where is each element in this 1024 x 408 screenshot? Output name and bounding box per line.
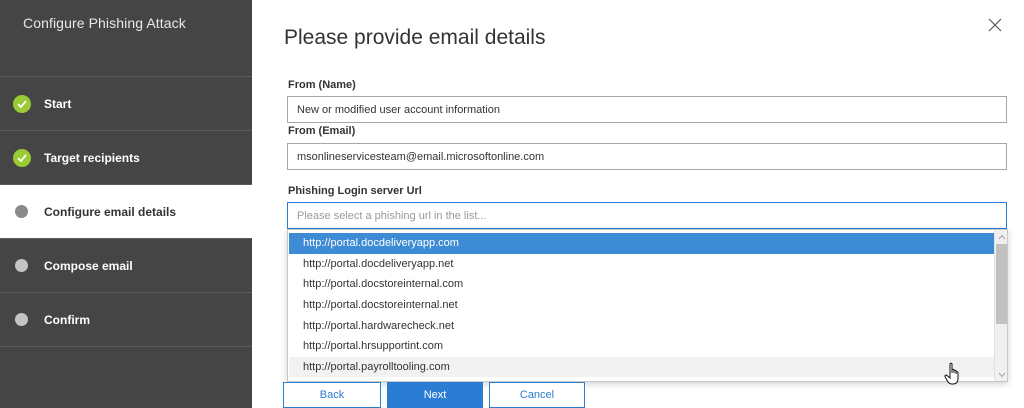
phishing-url-label: Phishing Login server Url (288, 185, 422, 197)
main-panel: Please provide email details From (Name)… (252, 0, 1024, 408)
step-label: Configure email details (44, 204, 177, 219)
from-email-label: From (Email) (288, 125, 356, 137)
dropdown-option[interactable]: http://portal.hardwarecheck.net (289, 315, 994, 336)
checkmark-icon (13, 148, 31, 167)
from-name-field[interactable] (287, 96, 1007, 123)
scroll-down-icon[interactable] (995, 368, 1007, 381)
step-target-recipients[interactable]: Target recipients (0, 131, 252, 184)
step-label: Compose email (44, 258, 133, 273)
dot-icon (15, 259, 28, 272)
hand-pointer-icon (943, 362, 963, 386)
cancel-button[interactable]: Cancel (489, 382, 585, 408)
step-label: Target recipients (44, 150, 140, 165)
dropdown-scrollbar[interactable] (994, 230, 1007, 381)
step-configure-email-details[interactable]: Configure email details (0, 185, 252, 238)
scroll-up-icon[interactable] (995, 230, 1007, 243)
close-button[interactable] (986, 16, 1004, 34)
dropdown-option[interactable]: http://portal.docstoreinternal.com (289, 274, 994, 295)
phishing-url-dropdown[interactable]: http://portal.docdeliveryapp.com http://… (287, 229, 1008, 382)
phishing-wizard: Configure Phishing Attack Start Target r… (0, 0, 1024, 408)
step-label: Confirm (44, 312, 90, 327)
from-email-field[interactable] (287, 143, 1007, 170)
dot-icon (15, 205, 28, 218)
dropdown-option[interactable]: http://portal.docdeliveryapp.net (289, 254, 994, 275)
step-label: Start (44, 96, 72, 111)
step-compose-email[interactable]: Compose email (0, 239, 252, 292)
dropdown-option[interactable]: http://portal.hrsupportint.com (289, 336, 994, 357)
dropdown-option[interactable]: http://portal.payrolltooling.com (289, 356, 994, 378)
sidebar-title: Configure Phishing Attack (23, 15, 186, 31)
page-title: Please provide email details (284, 26, 546, 49)
phishing-url-input[interactable] (287, 202, 1007, 229)
step-start[interactable]: Start (0, 77, 252, 130)
wizard-sidebar: Configure Phishing Attack Start Target r… (0, 0, 252, 408)
dropdown-option[interactable]: http://portal.docstoreinternal.net (289, 295, 994, 316)
dot-icon (15, 313, 28, 326)
from-name-label: From (Name) (288, 79, 356, 91)
sidebar-divider (0, 346, 252, 347)
step-confirm[interactable]: Confirm (0, 293, 252, 346)
back-button[interactable]: Back (283, 382, 381, 408)
close-icon (988, 18, 1002, 32)
dropdown-option[interactable]: http://portal.docdeliveryapp.com (289, 233, 994, 254)
scroll-thumb[interactable] (996, 244, 1007, 324)
checkmark-icon (13, 94, 31, 113)
next-button[interactable]: Next (387, 382, 483, 408)
